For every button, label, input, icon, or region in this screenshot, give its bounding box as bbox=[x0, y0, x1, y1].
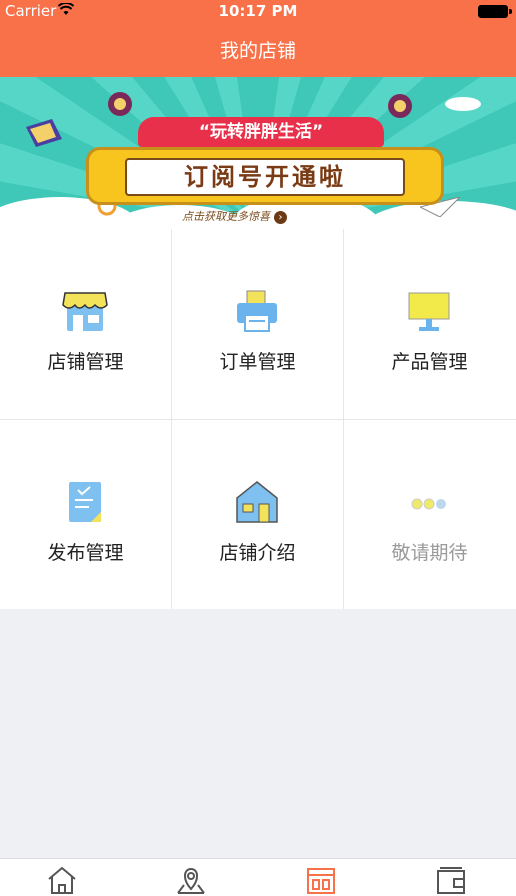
menu-item-store-intro[interactable]: 店铺介绍 bbox=[172, 420, 343, 610]
home-icon bbox=[48, 866, 76, 894]
dots-icon bbox=[411, 498, 446, 510]
tab-wallet[interactable] bbox=[434, 865, 468, 895]
banner-headline-box: 订阅号开通啦 bbox=[86, 147, 444, 205]
tab-home[interactable] bbox=[45, 865, 79, 895]
battery-icon bbox=[478, 5, 512, 18]
tab-bar bbox=[0, 858, 516, 896]
menu-item-label: 订单管理 bbox=[219, 351, 296, 373]
menu-item-publish-management[interactable]: 发布管理 bbox=[0, 420, 171, 610]
tab-shop[interactable] bbox=[304, 865, 338, 895]
menu-item-label: 敬请期待 bbox=[391, 542, 468, 564]
menu-item-store-management[interactable]: 店铺管理 bbox=[0, 229, 171, 419]
top-bar: Carrier 10:17 PM 我的店铺 bbox=[0, 0, 516, 77]
menu-item-label: 产品管理 bbox=[391, 351, 468, 373]
menu-item-product-management[interactable]: 产品管理 bbox=[344, 229, 515, 419]
page-title: 我的店铺 bbox=[219, 40, 296, 62]
shop-icon bbox=[307, 868, 335, 894]
menu-item-label: 店铺介绍 bbox=[219, 542, 296, 564]
signboard-icon bbox=[408, 292, 450, 331]
menu-item-label: 发布管理 bbox=[47, 542, 124, 564]
banner-headline: 订阅号开通啦 bbox=[125, 158, 405, 196]
megaphone-icon bbox=[388, 94, 412, 118]
house-icon bbox=[236, 481, 278, 523]
location-icon bbox=[177, 867, 205, 894]
banner-tagline: “玩转胖胖生活” bbox=[138, 117, 384, 147]
menu-item-label: 店铺管理 bbox=[47, 351, 124, 373]
status-time: 10:17 PM bbox=[218, 2, 298, 20]
megaphone-icon bbox=[108, 92, 132, 116]
banner-footer-text: 点击获取更多惊喜 bbox=[182, 210, 270, 223]
status-bar: Carrier 10:17 PM bbox=[0, 0, 516, 22]
gift-box-icon bbox=[26, 119, 62, 147]
document-icon bbox=[69, 482, 101, 522]
banner-footer[interactable]: 点击获取更多惊喜 › bbox=[182, 208, 287, 224]
tab-location[interactable] bbox=[174, 865, 208, 895]
menu-item-order-management[interactable]: 订单管理 bbox=[172, 229, 343, 419]
menu-grid: 店铺管理 订单管理 产品管理 发布管理 店铺介绍 敬请期待 bbox=[0, 229, 516, 609]
arrow-right-icon: › bbox=[274, 211, 287, 224]
storefront-icon bbox=[62, 292, 108, 331]
cloud-decoration bbox=[445, 97, 481, 111]
wallet-icon bbox=[437, 867, 465, 894]
promo-banner[interactable]: “玩转胖胖生活” 订阅号开通啦 点击获取更多惊喜 › bbox=[0, 77, 516, 229]
menu-item-coming-soon: 敬请期待 bbox=[344, 420, 515, 610]
printer-icon bbox=[237, 290, 277, 332]
